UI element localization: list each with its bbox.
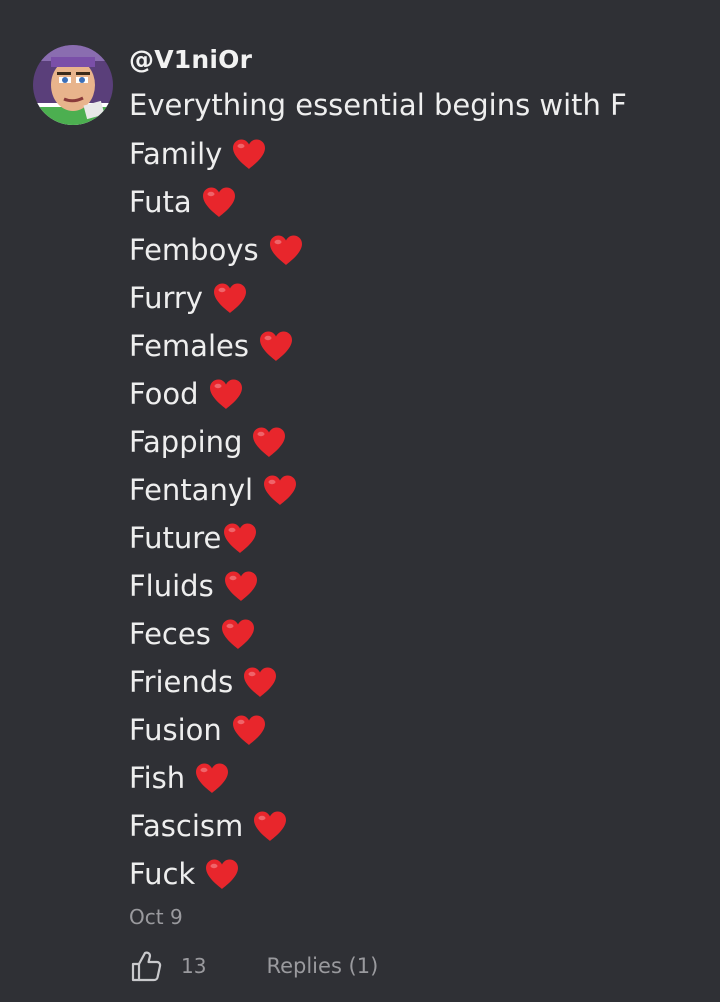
comment-line: Femboys xyxy=(129,226,699,274)
comment-line-text: Fluids xyxy=(129,569,214,603)
comment-line-text: Futa xyxy=(129,185,192,219)
comment-line: Fluids xyxy=(129,562,699,610)
comment-line-text: Fusion xyxy=(129,713,222,747)
avatar-image xyxy=(33,45,113,125)
heart-icon xyxy=(231,714,267,746)
heart-icon xyxy=(208,378,244,410)
comment-line-text: Fascism xyxy=(129,809,244,843)
comment-line: Fuck xyxy=(129,850,699,898)
heart-icon xyxy=(220,618,256,650)
comment-actions: 13 Replies (1) xyxy=(129,945,378,987)
comment-line: Females xyxy=(129,322,699,370)
heart-icon xyxy=(212,282,248,314)
comment: @V1niOr Everything essential begins with… xyxy=(0,0,720,1002)
comment-line-text: Fuck xyxy=(129,857,196,891)
comment-line-text: Future xyxy=(129,521,222,555)
comment-line: Family xyxy=(129,130,699,178)
heart-icon xyxy=(251,426,287,458)
comment-line-text: Furry xyxy=(129,281,203,315)
heart-icon xyxy=(223,570,259,602)
comment-line: Future xyxy=(129,514,699,562)
heart-icon xyxy=(242,666,278,698)
comment-line-text: Everything essential begins with F xyxy=(129,88,627,122)
comment-date: Oct 9 xyxy=(129,905,183,929)
heart-icon xyxy=(231,138,267,170)
comment-line: Furry xyxy=(129,274,699,322)
comment-line-text: Fentanyl xyxy=(129,473,254,507)
comment-line: Fentanyl xyxy=(129,466,699,514)
avatar[interactable] xyxy=(33,45,113,125)
like-count: 13 xyxy=(181,954,207,978)
comment-line-text: Friends xyxy=(129,665,234,699)
comment-line: Fapping xyxy=(129,418,699,466)
comment-line: Fascism xyxy=(129,802,699,850)
heart-icon xyxy=(262,474,298,506)
comment-line: Fish xyxy=(129,754,699,802)
like-button[interactable]: 13 xyxy=(129,949,206,983)
comment-line-text: Food xyxy=(129,377,199,411)
comment-line: Friends xyxy=(129,658,699,706)
heart-icon xyxy=(252,810,288,842)
comment-text: Everything essential begins with F Family… xyxy=(129,80,699,898)
heart-icon xyxy=(268,234,304,266)
heart-icon xyxy=(258,330,294,362)
replies-button[interactable]: Replies (1) xyxy=(266,954,378,978)
comment-line-text: Femboys xyxy=(129,233,259,267)
heart-icon xyxy=(194,762,230,794)
comment-line: Futa xyxy=(129,178,699,226)
heart-icon xyxy=(201,186,237,218)
comment-body: @V1niOr Everything essential begins with… xyxy=(129,40,699,932)
thumbs-up-icon xyxy=(131,951,162,982)
heart-icon xyxy=(204,858,240,890)
comment-line-text: Family xyxy=(129,137,223,171)
comment-line: Food xyxy=(129,370,699,418)
comment-author[interactable]: @V1niOr xyxy=(129,40,699,80)
comment-line-text: Fapping xyxy=(129,425,243,459)
comment-line: Fusion xyxy=(129,706,699,754)
comment-heading-line: Everything essential begins with F xyxy=(129,80,699,130)
comment-line: Feces xyxy=(129,610,699,658)
comment-line-text: Females xyxy=(129,329,249,363)
comment-line-text: Fish xyxy=(129,761,186,795)
comment-line-text: Feces xyxy=(129,617,211,651)
heart-icon xyxy=(222,522,258,554)
